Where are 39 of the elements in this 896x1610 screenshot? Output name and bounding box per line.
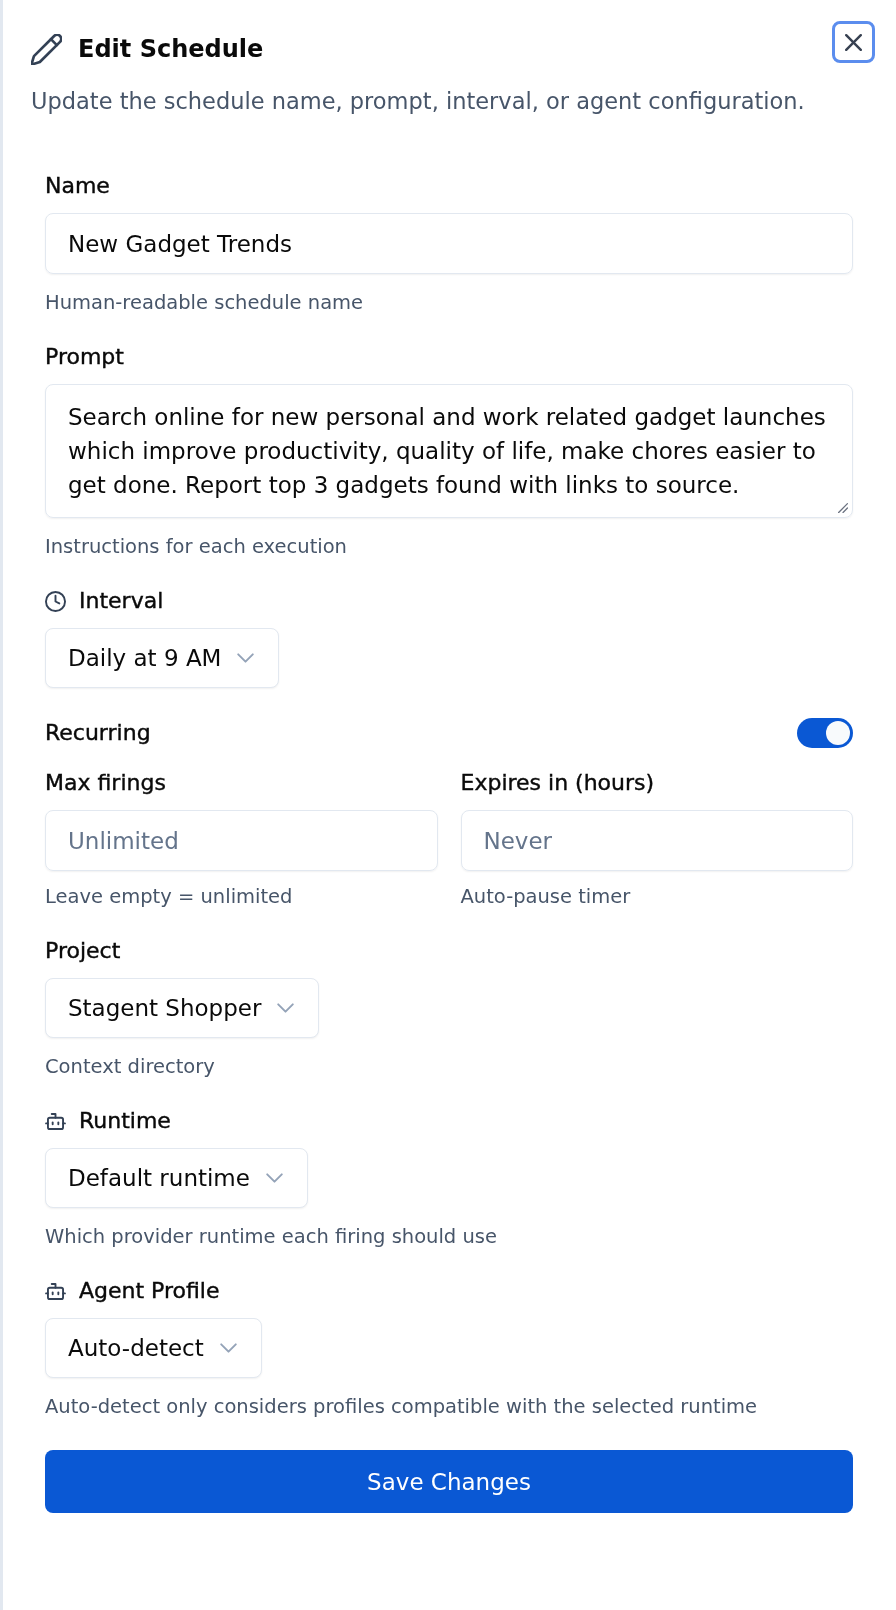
field-label: Name bbox=[45, 173, 110, 199]
field-label: Max firings bbox=[45, 770, 166, 796]
dropdown[interactable]: Daily at 9 AM bbox=[45, 628, 280, 688]
text-input[interactable]: Unlimited bbox=[45, 810, 438, 871]
chevron-down-icon bbox=[219, 1343, 237, 1353]
text-input[interactable]: Never bbox=[460, 810, 853, 871]
help-text: Auto-pause timer bbox=[460, 886, 631, 908]
help-text: Auto-detect only considers profiles compatible with the selected runtime bbox=[45, 1396, 758, 1418]
field-label: Expires in (hours) bbox=[460, 770, 655, 796]
pencil-icon bbox=[31, 33, 62, 65]
dropdown[interactable]: Default runtime bbox=[45, 1148, 308, 1208]
chevron-down-icon bbox=[277, 1003, 295, 1013]
robot-icon bbox=[45, 1282, 66, 1300]
close-button[interactable] bbox=[832, 21, 875, 63]
dialog-description: Update the schedule name, prompt, interval, or agent configuration. bbox=[31, 87, 805, 115]
text-input[interactable]: New Gadget Trends bbox=[45, 213, 853, 274]
field-label: Interval bbox=[79, 588, 164, 614]
field-label: Project bbox=[45, 938, 121, 964]
chevron-down-icon bbox=[237, 653, 255, 663]
help-text: Leave empty = unlimited bbox=[45, 886, 293, 908]
save-changes-button[interactable]: Save Changes bbox=[45, 1450, 853, 1513]
field-label: Recurring bbox=[45, 720, 151, 746]
toggle-switch[interactable] bbox=[797, 718, 853, 748]
dialog-title: Edit Schedule bbox=[78, 34, 264, 64]
clock-icon bbox=[45, 590, 66, 612]
field-label: Agent Profile bbox=[79, 1278, 220, 1304]
dropdown[interactable]: Auto-detect bbox=[45, 1318, 262, 1378]
help-text: Instructions for each execution bbox=[45, 536, 347, 558]
help-text: Which provider runtime each firing should use bbox=[45, 1226, 497, 1248]
dropdown[interactable]: Stagent Shopper bbox=[45, 978, 320, 1038]
help-text: Human-readable schedule name bbox=[45, 292, 364, 314]
field-label: Prompt bbox=[45, 344, 124, 370]
robot-icon bbox=[45, 1112, 66, 1130]
resize-handle-icon bbox=[837, 502, 848, 513]
field-label: Runtime bbox=[79, 1108, 171, 1134]
close-icon bbox=[845, 33, 862, 51]
chevron-down-icon bbox=[265, 1173, 283, 1183]
prompt-textarea[interactable]: Search online for new personal and work related gadget launches which improve productivity, quality of life, make chores easier to get done. Report top 3 gadgets found with links to source. bbox=[45, 384, 853, 518]
help-text: Context directory bbox=[45, 1056, 215, 1078]
